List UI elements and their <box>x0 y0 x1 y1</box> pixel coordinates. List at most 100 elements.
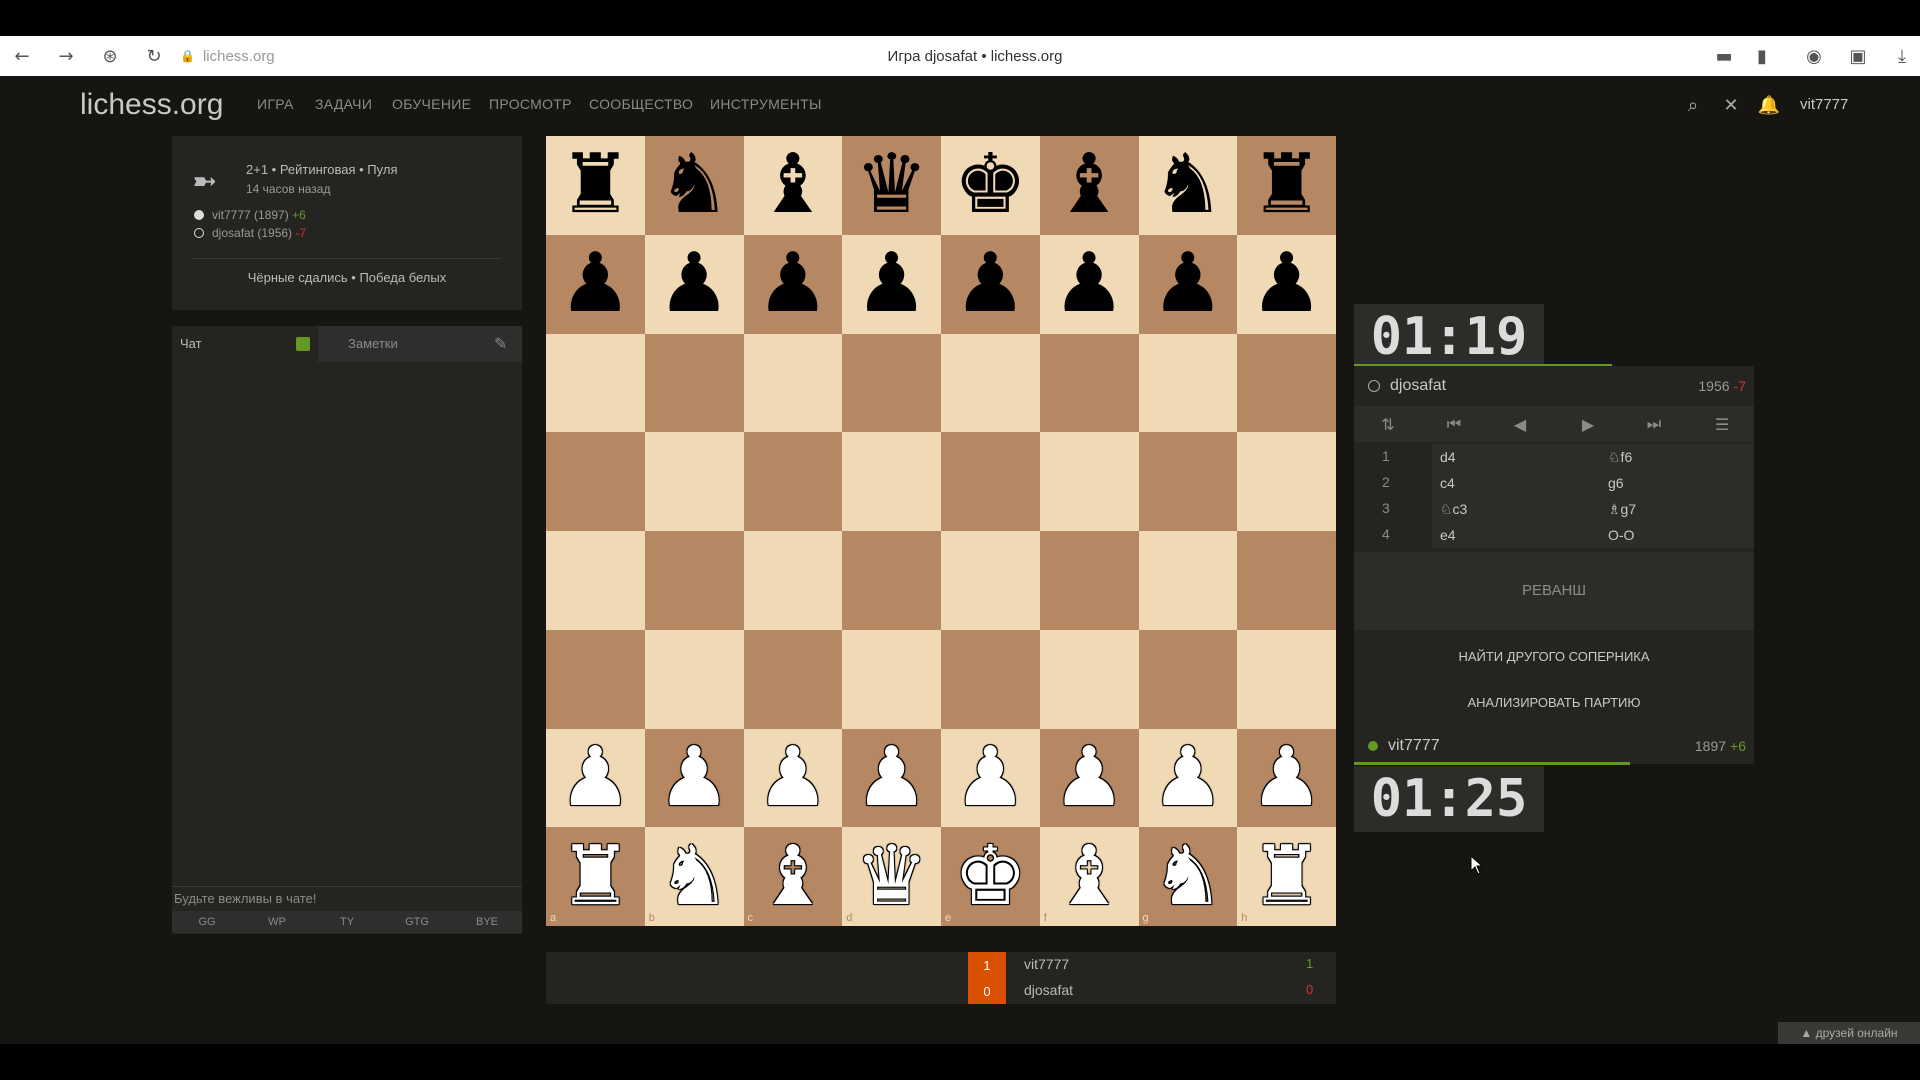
rematch-button[interactable]: РЕВАНШ <box>1354 570 1754 610</box>
board-square[interactable]: ♟ <box>1039 728 1139 828</box>
board-square[interactable] <box>644 432 744 531</box>
pencil-icon[interactable]: ✎ <box>494 334 507 353</box>
forward-icon[interactable]: → <box>52 36 80 76</box>
nav-community[interactable]: СООБЩЕСТВО <box>589 96 693 112</box>
board-square[interactable]: ♟ <box>546 234 645 334</box>
board-square[interactable] <box>546 333 645 433</box>
board-square[interactable]: 3 <box>1237 629 1336 729</box>
board-square[interactable]: ♚ <box>941 136 1040 235</box>
chess-piece[interactable]: ♛ <box>855 835 929 918</box>
chess-piece[interactable]: ♜ <box>559 835 633 918</box>
tab-notes[interactable]: Заметки ✎ <box>318 326 522 362</box>
chess-piece[interactable]: ♟ <box>657 243 731 325</box>
board-square[interactable]: ♟ <box>1138 728 1238 828</box>
board-square[interactable] <box>743 432 843 531</box>
board-square[interactable]: ♝ <box>743 136 843 235</box>
black-move[interactable]: ♘f6 <box>1600 444 1754 470</box>
tab-chat[interactable]: Чат <box>172 326 318 362</box>
chess-piece[interactable]: ♟ <box>1052 243 1126 325</box>
board-square[interactable]: 4 <box>1237 531 1336 630</box>
board-square[interactable]: ♟ <box>644 728 744 828</box>
chat-input[interactable]: Будьте вежливы в чате! <box>172 886 522 911</box>
analyse-button[interactable]: АНАЛИЗИРОВАТЬ ПАРТИЮ <box>1354 682 1754 722</box>
board-square[interactable] <box>644 333 744 433</box>
preset-ty[interactable]: TY <box>312 911 382 933</box>
board-square[interactable] <box>1138 629 1238 729</box>
chess-piece[interactable]: ♜ <box>1250 835 1324 918</box>
board-square[interactable] <box>644 629 744 729</box>
crosstable-player[interactable]: vit7777 <box>1024 956 1069 972</box>
board-square[interactable] <box>743 629 843 729</box>
board-square[interactable] <box>842 333 941 433</box>
chess-piece[interactable]: ♟ <box>1151 736 1225 819</box>
chess-piece[interactable]: ♟ <box>1250 243 1324 325</box>
extension-icon[interactable]: ◉ <box>1800 36 1828 76</box>
board-square[interactable]: ♟ <box>644 234 744 334</box>
board-square[interactable]: ♝ f <box>1039 827 1139 926</box>
site-logo[interactable]: lichess.org <box>80 88 223 122</box>
board-square[interactable] <box>743 531 843 630</box>
back-icon[interactable]: ← <box>8 36 36 76</box>
board-square[interactable] <box>1039 432 1139 531</box>
board-square[interactable] <box>941 333 1040 433</box>
board-square[interactable]: ♟ <box>546 728 645 828</box>
player-line[interactable]: vit7777 1897 +6 <box>1354 728 1754 764</box>
board-square[interactable] <box>842 432 941 531</box>
puzzle-icon[interactable]: ▣ <box>1844 36 1872 76</box>
chess-piece[interactable]: ♟ <box>954 736 1028 819</box>
board-square[interactable] <box>1138 531 1238 630</box>
bell-icon[interactable]: 🔔 <box>1756 92 1782 118</box>
white-player-info[interactable]: vit7777 (1897) +6 <box>212 208 306 222</box>
white-move[interactable]: c4 <box>1432 470 1600 496</box>
board-square[interactable]: ♟ 2 <box>1237 728 1336 828</box>
board-square[interactable]: ♜ a <box>546 827 645 926</box>
board-square[interactable]: ♜ 8 <box>1237 136 1336 235</box>
chess-piece[interactable]: ♟ <box>756 243 830 325</box>
download-icon[interactable]: ⤓ <box>1888 36 1916 76</box>
friends-online-button[interactable]: ▲ друзей онлайн <box>1778 1022 1920 1044</box>
board-square[interactable] <box>941 432 1040 531</box>
board-square[interactable] <box>941 629 1040 729</box>
board-square[interactable]: ♝ c <box>743 827 843 926</box>
nav-learn[interactable]: ОБУЧЕНИЕ <box>392 96 471 112</box>
reload-icon[interactable]: ↻ <box>140 36 168 76</box>
chat-toggle-checkbox[interactable] <box>296 337 310 351</box>
nav-play[interactable]: ИГРА <box>257 96 294 112</box>
chess-piece[interactable]: ♟ <box>756 736 830 819</box>
chess-piece[interactable]: ♟ <box>1151 243 1225 325</box>
flip-board-icon[interactable]: ⇅ <box>1368 406 1408 442</box>
chess-piece[interactable]: ♟ <box>657 736 731 819</box>
chess-piece[interactable]: ♞ <box>1151 835 1225 918</box>
challenge-icon[interactable]: ✕ <box>1718 92 1744 118</box>
chess-piece[interactable]: ♚ <box>954 835 1028 918</box>
board-square[interactable]: ♚ e <box>941 827 1040 926</box>
board-square[interactable]: ♟ <box>1138 234 1238 334</box>
white-move[interactable]: d4 <box>1432 444 1600 470</box>
preset-bye[interactable]: BYE <box>452 911 522 933</box>
bookmark-icon[interactable]: ▮ <box>1748 36 1776 76</box>
board-square[interactable]: ♛ d <box>842 827 941 926</box>
white-move[interactable]: ♘c3 <box>1432 496 1600 522</box>
board-square[interactable]: ♟ <box>743 728 843 828</box>
board-square[interactable] <box>1039 333 1139 433</box>
chess-piece[interactable]: ♟ <box>1250 736 1324 819</box>
chess-piece[interactable]: ♟ <box>559 243 633 325</box>
board-square[interactable]: ♛ <box>842 136 941 235</box>
board-square[interactable] <box>1138 333 1238 433</box>
preset-wp[interactable]: WP <box>242 911 312 933</box>
preset-gtg[interactable]: GTG <box>382 911 452 933</box>
black-player-info[interactable]: djosafat (1956) -7 <box>212 226 306 240</box>
chess-piece[interactable]: ♟ <box>855 736 929 819</box>
chat-icon[interactable]: ▬ <box>1710 36 1738 76</box>
chess-piece[interactable]: ♛ <box>855 144 929 226</box>
board-square[interactable]: ♜ 1 h <box>1237 827 1336 926</box>
board-square[interactable] <box>842 629 941 729</box>
board-square[interactable]: ♞ b <box>644 827 744 926</box>
chess-piece[interactable]: ♟ <box>954 243 1028 325</box>
new-opponent-button[interactable]: НАЙТИ ДРУГОГО СОПЕРНИКА <box>1354 636 1754 676</box>
chess-piece[interactable]: ♚ <box>954 144 1028 226</box>
board-square[interactable]: ♟ <box>842 728 941 828</box>
board-square[interactable] <box>546 629 645 729</box>
preset-gg[interactable]: GG <box>172 911 242 933</box>
nav-tools[interactable]: ИНСТРУМЕНТЫ <box>710 96 822 112</box>
